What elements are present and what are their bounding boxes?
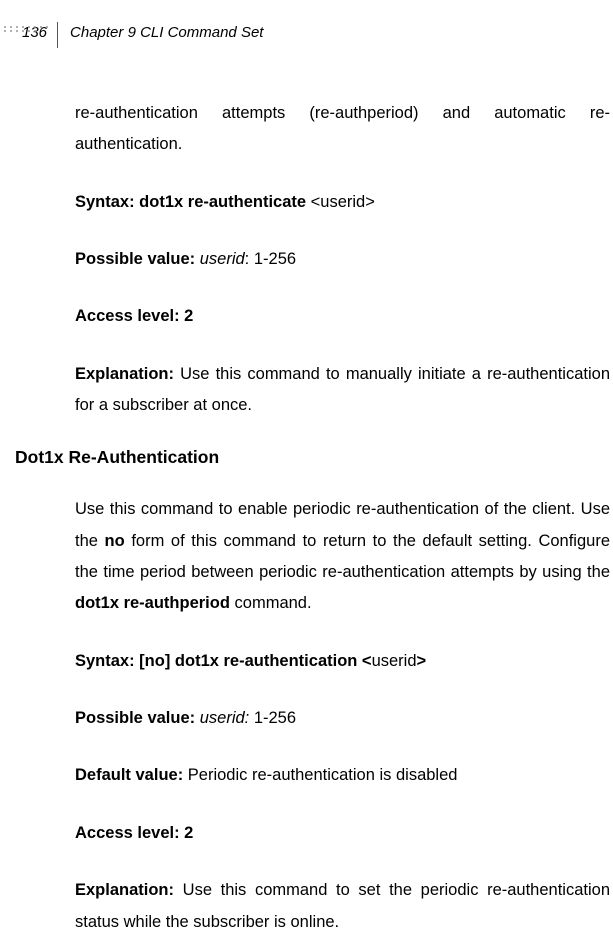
access-level-2: Access level: 2 (75, 818, 610, 849)
possible-value-2: Possible value: userid: 1-256 (75, 703, 610, 734)
page-header: 136 Chapter 9 CLI Command Set (0, 22, 613, 48)
p2-no: no (105, 532, 125, 550)
syntax2-label: Syntax: [no] dot1x re-authentication < (75, 652, 372, 670)
p2-cmd: dot1x re-authperiod (75, 594, 230, 612)
p2-c: command. (230, 594, 312, 612)
expl2-label: Explanation: (75, 881, 174, 899)
explanation-1: Explanation: Use this command to manuall… (75, 359, 610, 422)
decorative-dots (4, 26, 54, 38)
expl1-label: Explanation: (75, 365, 174, 383)
intro-paragraph: re-authentication attempts (re-authperio… (75, 98, 610, 161)
page-container: 136 Chapter 9 CLI Command Set re-authent… (0, 0, 613, 938)
explanation-2: Explanation: Use this command to set the… (75, 875, 610, 938)
chapter-title: Chapter 9 CLI Command Set (58, 22, 263, 48)
page-content: re-authentication attempts (re-authperio… (0, 48, 613, 938)
syntax2-close: > (417, 652, 427, 670)
possible-value-1: Possible value: userid: 1-256 (75, 244, 610, 275)
possible1-label: Possible value: (75, 250, 200, 268)
syntax2-arg: userid (372, 652, 417, 670)
default-value: Default value: Periodic re-authenticatio… (75, 760, 610, 791)
syntax1-arg: <userid> (311, 193, 375, 211)
default-text: Periodic re-authentication is disabled (183, 766, 457, 784)
possible1-rest: : 1-256 (245, 250, 296, 268)
syntax-line-1: Syntax: dot1x re-authenticate <userid> (75, 187, 610, 218)
possible1-var: userid (200, 250, 245, 268)
default-label: Default value: (75, 766, 183, 784)
possible2-label: Possible value: (75, 709, 200, 727)
access-level-1: Access level: 2 (75, 301, 610, 332)
syntax1-label: Syntax: dot1x re-authenticate (75, 193, 311, 211)
syntax-line-2: Syntax: [no] dot1x re-authentication <us… (75, 646, 610, 677)
p2-b: form of this command to return to the de… (75, 532, 610, 581)
possible2-var: userid: (200, 709, 250, 727)
section-paragraph: Use this command to enable periodic re-a… (75, 494, 610, 619)
possible2-rest: 1-256 (249, 709, 296, 727)
section-heading: Dot1x Re-Authentication (15, 447, 610, 468)
